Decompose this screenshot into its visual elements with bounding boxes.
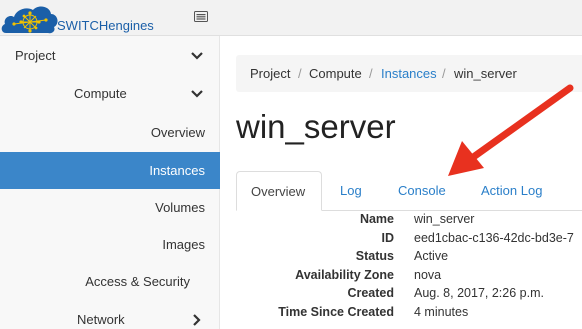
tab-label: Action Log <box>481 183 543 198</box>
detail-row: Availability Zone nova <box>236 268 582 286</box>
detail-tabs: Overview Log Console Action Log <box>236 171 582 211</box>
sidebar-item-images[interactable]: Images <box>0 226 220 263</box>
detail-label: ID <box>381 230 395 245</box>
detail-row: Created Aug. 8, 2017, 2:26 p.m. <box>236 286 582 304</box>
breadcrumb-item-project[interactable]: Project <box>250 66 290 81</box>
tab-action-log[interactable]: Action Log <box>468 171 558 211</box>
detail-label: Created <box>347 286 394 300</box>
sidebar-item-label: Access & Security <box>85 274 190 289</box>
detail-row: Name win_server <box>236 212 582 230</box>
sidebar-item-project[interactable]: Project <box>0 37 220 74</box>
top-navbar: SWITCHengines <box>0 0 582 36</box>
sidebar-item-label: Overview <box>150 125 205 140</box>
detail-row: Time Since Created 4 minutes <box>236 305 582 323</box>
sidebar-item-compute[interactable]: Compute <box>0 75 220 112</box>
sidebar-item-overview[interactable]: Overview <box>0 114 220 151</box>
breadcrumb-separator: / <box>298 66 302 81</box>
tab-label: Overview <box>251 184 306 199</box>
tab-label: Log <box>340 183 362 198</box>
detail-value: 4 minutes <box>414 304 469 319</box>
sidebar-item-label: Images <box>162 237 205 252</box>
breadcrumb-separator: / <box>442 66 446 81</box>
sidebar-item-label: Instances <box>149 163 205 178</box>
sidebar-toggle-icon[interactable] <box>194 11 208 22</box>
detail-label: Status <box>355 249 394 263</box>
page-title: win_server <box>236 108 396 145</box>
tab-overview[interactable]: Overview <box>236 171 322 211</box>
sidebar-item-volumes[interactable]: Volumes <box>0 189 220 226</box>
brand-name: SWITCHengines <box>57 18 154 33</box>
sidebar-item-label: Network <box>77 312 125 327</box>
chevron-right-icon <box>193 314 201 326</box>
detail-label: Name <box>359 212 394 226</box>
breadcrumb-item-current: win_server <box>454 66 517 81</box>
detail-value: eed1cbac-c136-42dc-bd3e-7 <box>414 230 574 245</box>
detail-label: Availability Zone <box>295 267 394 282</box>
cloud-logo-icon <box>1 6 58 34</box>
sidebar-item-label: Project <box>15 48 56 63</box>
chevron-down-icon <box>191 90 203 98</box>
sidebar-item-access-security[interactable]: Access & Security <box>0 263 220 300</box>
detail-value: Active <box>414 249 449 263</box>
detail-row: ID eed1cbac-c136-42dc-bd3e-7 <box>236 231 582 249</box>
detail-value: nova <box>414 267 442 282</box>
breadcrumb: Project / Compute / Instances / win_serv… <box>236 55 582 92</box>
detail-value: Aug. 8, 2017, 2:26 p.m. <box>414 286 544 300</box>
chevron-down-icon <box>191 52 203 60</box>
sidebar-item-network[interactable]: Network <box>0 301 220 329</box>
tab-console[interactable]: Console <box>384 171 454 211</box>
detail-value: win_server <box>414 212 475 226</box>
brand-logo[interactable]: SWITCHengines <box>0 0 180 36</box>
sidebar-item-instances[interactable]: Instances <box>0 152 220 189</box>
detail-row: Status Active <box>236 249 582 267</box>
tab-label: Console <box>398 183 446 198</box>
tab-log[interactable]: Log <box>328 171 372 211</box>
breadcrumb-item-instances[interactable]: Instances <box>381 66 437 81</box>
sidebar-item-label: Compute <box>74 86 127 101</box>
sidebar-nav: Project Compute Overview Instances Volum… <box>0 36 220 329</box>
breadcrumb-separator: / <box>369 66 373 81</box>
breadcrumb-item-compute[interactable]: Compute <box>309 66 362 81</box>
sidebar-item-label: Volumes <box>155 200 205 215</box>
detail-label: Time Since Created <box>278 304 394 319</box>
